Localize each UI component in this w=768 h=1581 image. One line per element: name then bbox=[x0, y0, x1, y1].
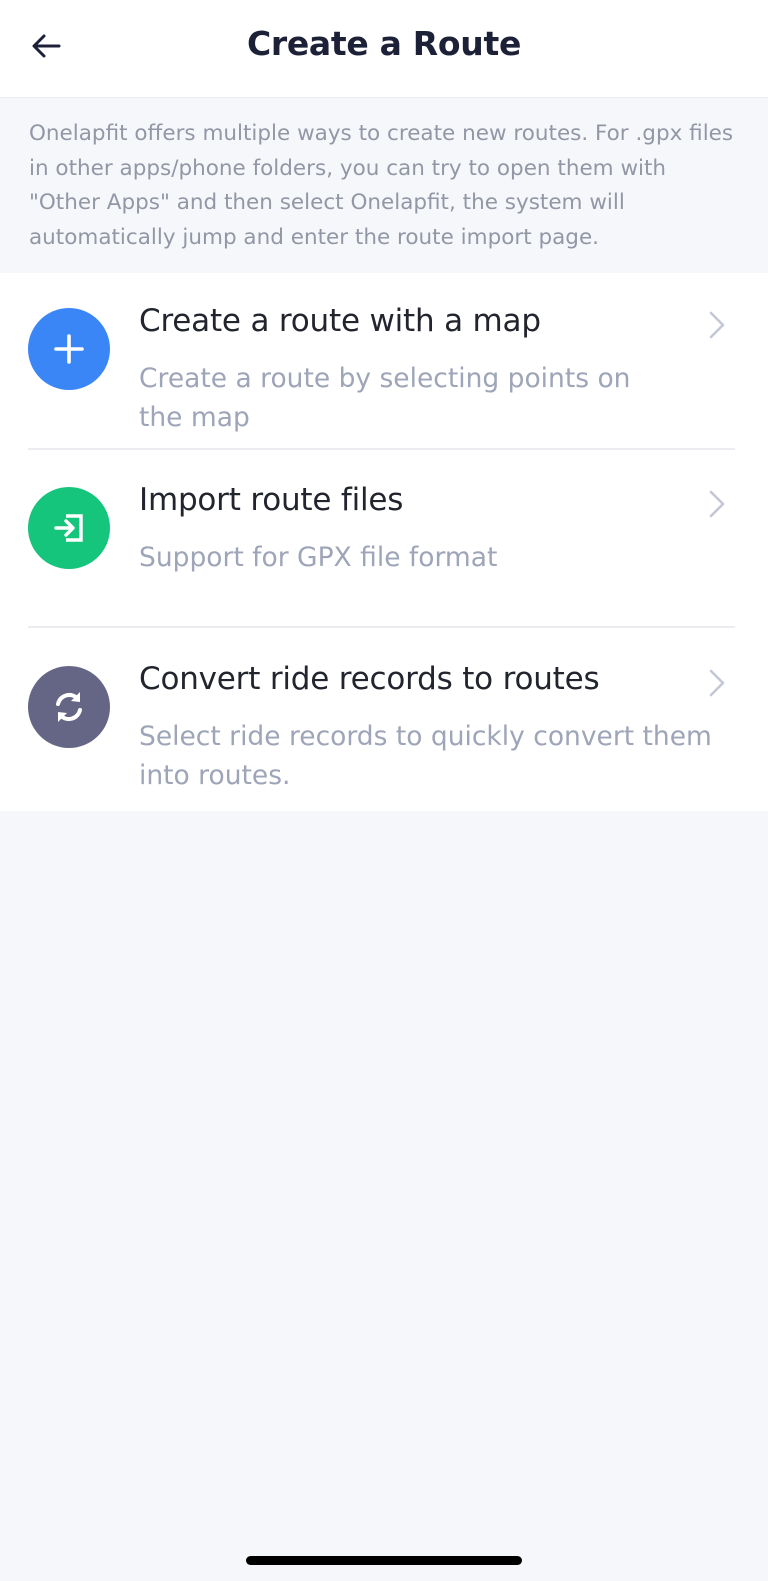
intro-section: Onelapfit offers multiple ways to create… bbox=[0, 98, 768, 273]
option-title: Create a route with a map bbox=[139, 303, 541, 339]
chevron-right-icon bbox=[709, 669, 725, 697]
plus-icon-badge bbox=[28, 308, 110, 390]
option-title: Import route files bbox=[139, 482, 404, 518]
convert-icon bbox=[56, 692, 82, 722]
divider bbox=[28, 448, 735, 450]
option-description: Select ride records to quickly convert t… bbox=[139, 721, 712, 791]
option-create-with-map[interactable]: Create a route with a map Create a route… bbox=[0, 273, 768, 452]
option-title: Convert ride records to routes bbox=[139, 661, 600, 697]
import-icon bbox=[54, 514, 83, 542]
create-route-screen: Create a Route Onelapfit offers multiple… bbox=[0, 0, 768, 1581]
chevron-right-icon bbox=[709, 490, 725, 518]
header-bar: Create a Route bbox=[0, 0, 768, 98]
option-description: Create a route by selecting points on th… bbox=[139, 363, 631, 433]
option-description: Support for GPX file format bbox=[139, 542, 498, 573]
import-icon-badge bbox=[28, 487, 110, 569]
option-convert-ride-records[interactable]: Convert ride records to routes Select ri… bbox=[0, 631, 768, 810]
home-indicator[interactable] bbox=[246, 1556, 522, 1565]
chevron-right-icon bbox=[709, 311, 725, 339]
convert-icon-badge bbox=[28, 666, 110, 748]
page-title: Create a Route bbox=[246, 24, 522, 63]
route-options-list: Create a route with a map Create a route… bbox=[0, 273, 768, 811]
plus-icon bbox=[54, 334, 84, 364]
option-import-route-files[interactable]: Import route files Support for GPX file … bbox=[0, 452, 768, 631]
intro-text: Onelapfit offers multiple ways to create… bbox=[29, 121, 734, 250]
divider bbox=[28, 626, 735, 628]
